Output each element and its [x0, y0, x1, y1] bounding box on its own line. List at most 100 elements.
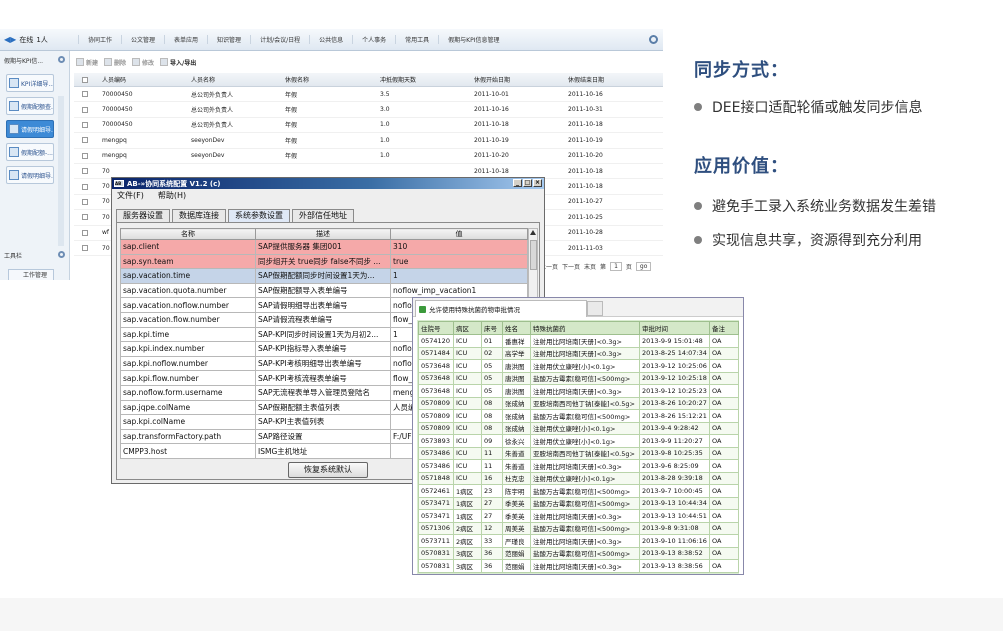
pager-item[interactable]: 下一页 [562, 262, 580, 271]
table-row[interactable]: 0573893 ICU 09 徐永兴 注射用伏立康唑[小]<0.1g> 2013-9-9 … [418, 434, 739, 448]
param-row[interactable]: sap.vacation.quota.number SAP假期配额导入表单编号 no… [120, 282, 528, 299]
online-status[interactable]: ◀▶ 在线 1人 [4, 32, 66, 47]
param-val[interactable]: noflow_imp_vacation1 [390, 282, 528, 299]
row-checkbox[interactable] [74, 214, 96, 221]
table-row[interactable]: 0571306 2病区 12 周美英 盐酸万古霉素[稳可信]<500mg> 2013-9-… [418, 521, 739, 535]
param-val[interactable]: 1 [390, 268, 528, 284]
checkbox-icon[interactable] [82, 76, 88, 83]
checkbox-icon[interactable] [82, 183, 88, 190]
column-header[interactable]: 住院号 [418, 321, 454, 335]
column-header[interactable]: 病区 [453, 321, 482, 335]
checkbox-icon[interactable] [82, 168, 88, 175]
select-all-checkbox[interactable] [74, 76, 96, 83]
checkbox-icon[interactable] [82, 91, 88, 98]
menu-item[interactable]: 表单应用 [164, 35, 207, 44]
sidebar-item[interactable]: 假期配额-... [6, 143, 54, 161]
column-header[interactable]: 休假名称 [285, 75, 380, 84]
column-header[interactable]: 值 [390, 228, 528, 240]
checkbox-icon[interactable] [82, 106, 88, 113]
table-row[interactable]: 0570809 ICU 08 张成纳 亚胺培南西司他丁钠[泰能]<0.5g> 2013-8… [418, 396, 739, 410]
column-header[interactable]: 名称 [120, 228, 256, 240]
maximize-icon[interactable]: □ [523, 179, 532, 187]
dialog-tab[interactable]: 数据库连接 [172, 209, 226, 222]
table-row[interactable]: mengpq seeyonDev 年假 1.0 2011-10-20 2011-10-20 [74, 149, 663, 164]
table-row[interactable]: 0570809 ICU 08 张成纳 盐酸万古霉素[稳可信]<500mg> 2013-8-… [418, 409, 739, 423]
table-row[interactable]: 0573648 ICU 05 唐洪图 注射用比阿培南[天册]<0.3g> 2013-9-1… [418, 384, 739, 398]
column-header[interactable]: 人员名称 [191, 75, 285, 84]
menu-item[interactable]: 公共信息 [309, 35, 352, 44]
row-checkbox[interactable] [74, 229, 96, 236]
table-row[interactable]: 0571848 ICU 16 杜克忠 注射用伏立康唑[小]<0.1g> 2013-8-28… [418, 471, 739, 485]
table-row[interactable]: 0574120 ICU 01 番惠祥 注射用比阿培南[天册]<0.3g> 2013-9-9… [418, 334, 739, 348]
restore-defaults-button[interactable]: 恢复系统默认 [288, 462, 368, 478]
column-header[interactable]: 冲抵假期天数 [380, 75, 474, 84]
menu-item[interactable]: 计划/会议/日程 [250, 35, 309, 44]
table-row[interactable]: 70000450 总公司外负责人 年假 3.0 2011-10-16 2011-10-31 [74, 102, 663, 118]
menu-item[interactable]: 知识管理 [207, 35, 250, 44]
toolbar-button[interactable]: 删除 [104, 58, 126, 67]
pager-item[interactable]: go [635, 262, 652, 271]
row-checkbox[interactable] [74, 91, 96, 98]
row-checkbox[interactable] [74, 152, 96, 159]
table-row[interactable]: 0573648 ICU 05 唐洪图 注射用伏立康唑[小]<0.1g> 2013-9-12… [418, 359, 739, 373]
toolbar-button[interactable]: 新建 [76, 58, 98, 67]
table-row[interactable]: 0573471 1病区 27 季美英 注射用比阿培南[天册]<0.3g> 2013-9-1… [418, 509, 739, 523]
close-icon[interactable]: × [533, 179, 542, 187]
table-row[interactable]: 0573486 ICU 11 朱善道 注射用比阿培南[天册]<0.3g> 2013-9-6… [418, 459, 739, 473]
pager-item[interactable]: 末页 [584, 262, 596, 271]
checkbox-icon[interactable] [82, 137, 88, 144]
row-checkbox[interactable] [74, 137, 96, 144]
table-row[interactable]: 0573486 ICU 11 朱善道 亚胺培南西司他丁钠[泰能]<0.5g> 2013-9… [418, 446, 739, 460]
row-checkbox[interactable] [74, 168, 96, 175]
column-header[interactable]: 休假开始日期 [474, 75, 568, 84]
menu-item[interactable]: 假期与KPI信息管理 [438, 35, 508, 44]
dialog-tab[interactable]: 系统参数设置 [228, 209, 290, 222]
column-header[interactable]: 床号 [481, 321, 503, 335]
row-checkbox[interactable] [74, 183, 96, 190]
link-icon[interactable] [58, 56, 65, 63]
toolbar-button[interactable]: 修改 [132, 58, 154, 67]
table-row[interactable]: 0571484 ICU 02 高学举 注射用比阿培南[天册]<0.3g> 2013-8-2… [418, 346, 739, 360]
sidebar-item[interactable]: 请假明细导... [6, 120, 54, 138]
approval-tab[interactable]: 允许使用特殊抗菌药物审批情况 [415, 300, 587, 317]
table-row[interactable]: 70000450 总公司外负责人 年假 3.5 2011-10-01 2011-10-16 [74, 87, 663, 103]
table-row[interactable]: 0570831 3病区 36 范丽娟 注射用比阿培南[天册]<0.3g> 2013-9-1… [418, 559, 739, 573]
column-header[interactable]: 审批时间 [639, 321, 710, 335]
row-checkbox[interactable] [74, 106, 96, 113]
pager-item[interactable]: 1 [610, 262, 622, 271]
new-tab-button[interactable] [587, 301, 603, 316]
sidebar-item[interactable]: 请假明细导... [6, 166, 54, 184]
work-management-item[interactable]: 工作管理 [8, 269, 54, 280]
sidebar-item[interactable]: KPI详细导... [6, 74, 54, 92]
checkbox-icon[interactable] [82, 198, 88, 205]
checkbox-icon[interactable] [82, 245, 88, 252]
menu-item[interactable]: 公文管理 [121, 35, 164, 44]
column-header[interactable]: 人员编码 [96, 75, 191, 84]
table-row[interactable]: 70000450 总公司外负责人 年假 1.0 2011-10-18 2011-10-18 [74, 118, 663, 134]
row-checkbox[interactable] [74, 198, 96, 205]
row-checkbox[interactable] [74, 121, 96, 128]
menu-item[interactable]: 常用工具 [395, 35, 438, 44]
table-row[interactable]: 0573471 1病区 27 季美英 盐酸万古霉素[稳可信]<500mg> 2013-9-… [418, 496, 739, 510]
param-row[interactable]: sap.syn.team 同步组开关 true同步 false不同步 ... tru… [120, 253, 528, 270]
dialog-menu-item[interactable]: 帮助(H) [158, 190, 186, 201]
param-val[interactable]: true [390, 253, 528, 270]
param-row[interactable]: sap.client SAP提供服务器 集团001 310 [120, 239, 528, 255]
toolbar-button[interactable]: 导入/导出 [160, 58, 196, 67]
table-row[interactable]: mengpq seeyonDev 年假 1.0 2011-10-19 2011-10-19 [74, 133, 663, 149]
column-header[interactable]: 特殊抗菌药 [530, 321, 640, 335]
sidebar-item[interactable]: 假期配额查... [6, 97, 54, 115]
table-row[interactable]: 0570831 3病区 36 范丽娟 盐酸万古霉素[稳可信]<500mg> 2013-9-… [418, 546, 739, 560]
checkbox-icon[interactable] [82, 214, 88, 221]
row-checkbox[interactable] [74, 245, 96, 252]
dialog-tab[interactable]: 外部信任地址 [292, 209, 354, 222]
checkbox-icon[interactable] [82, 152, 88, 159]
column-header[interactable]: 备注 [709, 321, 739, 335]
table-row[interactable]: 0573648 ICU 05 唐洪图 盐酸万古霉素[稳可信]<500mg> 2013-9-… [418, 371, 739, 385]
search-icon[interactable] [649, 35, 658, 44]
search-icon[interactable] [58, 251, 65, 258]
minimize-icon[interactable]: _ [513, 179, 522, 187]
scroll-thumb[interactable] [530, 240, 537, 270]
checkbox-icon[interactable] [82, 121, 88, 128]
table-row[interactable]: 0570809 ICU 08 张成纳 注射用伏立康唑[小]<0.1g> 2013-9-4 … [418, 421, 739, 435]
